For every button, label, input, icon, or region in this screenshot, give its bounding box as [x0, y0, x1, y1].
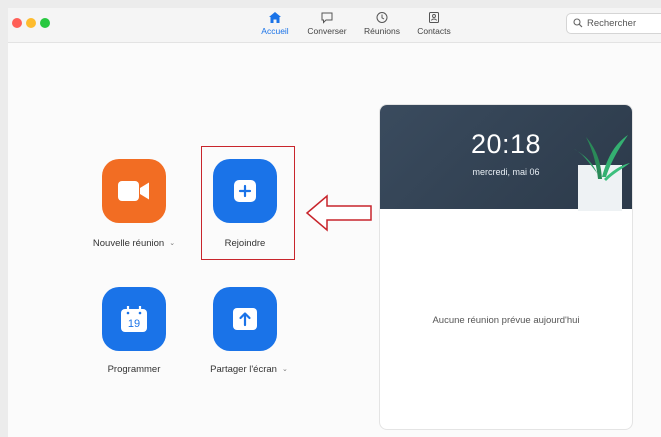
annotation-highlight-box	[201, 146, 295, 260]
new-meeting-text: Nouvelle réunion	[92, 238, 165, 249]
search-input[interactable]: Rechercher	[566, 13, 661, 34]
tab-converser[interactable]: Converser	[306, 11, 348, 36]
tab-label: Accueil	[261, 26, 289, 36]
tab-reunions[interactable]: Réunions	[361, 11, 403, 36]
no-meetings-message: Aucune réunion prévue aujourd'hui	[432, 315, 580, 326]
chevron-down-icon[interactable]: ⌄	[282, 365, 288, 373]
chat-bubble-icon	[321, 12, 333, 24]
left-arrow-icon	[305, 194, 372, 232]
tab-label: Contacts	[417, 26, 451, 36]
clock-icon	[376, 12, 388, 23]
new-meeting-button[interactable]	[102, 159, 166, 223]
schedule-button[interactable]: 19	[102, 287, 166, 351]
tab-accueil[interactable]: Accueil	[257, 11, 293, 36]
share-screen-button[interactable]	[213, 287, 277, 351]
tab-contacts[interactable]: Contacts	[414, 11, 454, 36]
share-screen-icon	[233, 308, 257, 330]
calendar-icon: 19	[121, 306, 147, 332]
close-window-button[interactable]	[12, 18, 22, 28]
zoom-window-button[interactable]	[40, 18, 50, 28]
title-bar: Accueil Converser Réunions Contacts Rech…	[8, 8, 661, 43]
plant-icon	[574, 135, 630, 211]
search-icon	[573, 18, 583, 28]
tab-label: Réunions	[364, 26, 400, 36]
minimize-window-button[interactable]	[26, 18, 36, 28]
chevron-down-icon[interactable]: ⌄	[169, 239, 175, 247]
upcoming-meetings-panel: 20:18 mercredi, mai 06 Aucune réunion pr…	[379, 104, 633, 430]
zoom-main-window: Accueil Converser Réunions Contacts Rech…	[8, 8, 661, 437]
clock-banner: 20:18 mercredi, mai 06	[380, 105, 632, 211]
schedule-label[interactable]: Programmer	[84, 364, 184, 375]
home-icon	[269, 12, 281, 23]
video-camera-icon	[118, 181, 149, 201]
share-screen-label[interactable]: Partager l'écran ⌄	[194, 364, 304, 375]
contact-card-icon	[429, 12, 439, 23]
calendar-day: 19	[128, 318, 140, 330]
new-meeting-label[interactable]: Nouvelle réunion ⌄	[84, 238, 184, 249]
search-placeholder: Rechercher	[587, 18, 637, 29]
share-screen-text: Partager l'écran	[210, 364, 277, 375]
tab-label: Converser	[307, 26, 347, 36]
